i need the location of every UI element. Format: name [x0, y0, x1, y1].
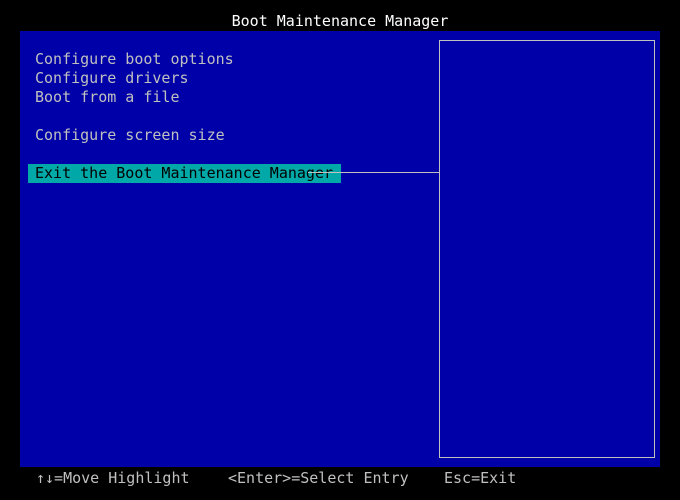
- help-panel: [439, 40, 655, 458]
- select-entry-hint: <Enter>=Select Entry: [228, 469, 409, 487]
- menu-item-configure-boot-options[interactable]: Configure boot options: [35, 50, 341, 69]
- exit-hint: Esc=Exit: [444, 469, 517, 487]
- menu-item-exit[interactable]: Exit the Boot Maintenance Manager: [28, 164, 342, 183]
- help-connector-line: [308, 172, 439, 173]
- page-title: Boot Maintenance Manager: [231, 12, 449, 30]
- key-hints-bar: ↑↓=Move Highlight <Enter>=Select Entry E…: [0, 469, 680, 488]
- menu-item-configure-drivers[interactable]: Configure drivers: [35, 69, 341, 88]
- menu-item-configure-screen-size[interactable]: Configure screen size: [35, 126, 341, 145]
- main-panel: Configure boot options Configure drivers…: [20, 31, 660, 467]
- move-highlight-hint: ↑↓=Move Highlight: [36, 469, 190, 487]
- boot-menu: Configure boot options Configure drivers…: [28, 50, 342, 183]
- menu-item-boot-from-file[interactable]: Boot from a file: [35, 88, 341, 107]
